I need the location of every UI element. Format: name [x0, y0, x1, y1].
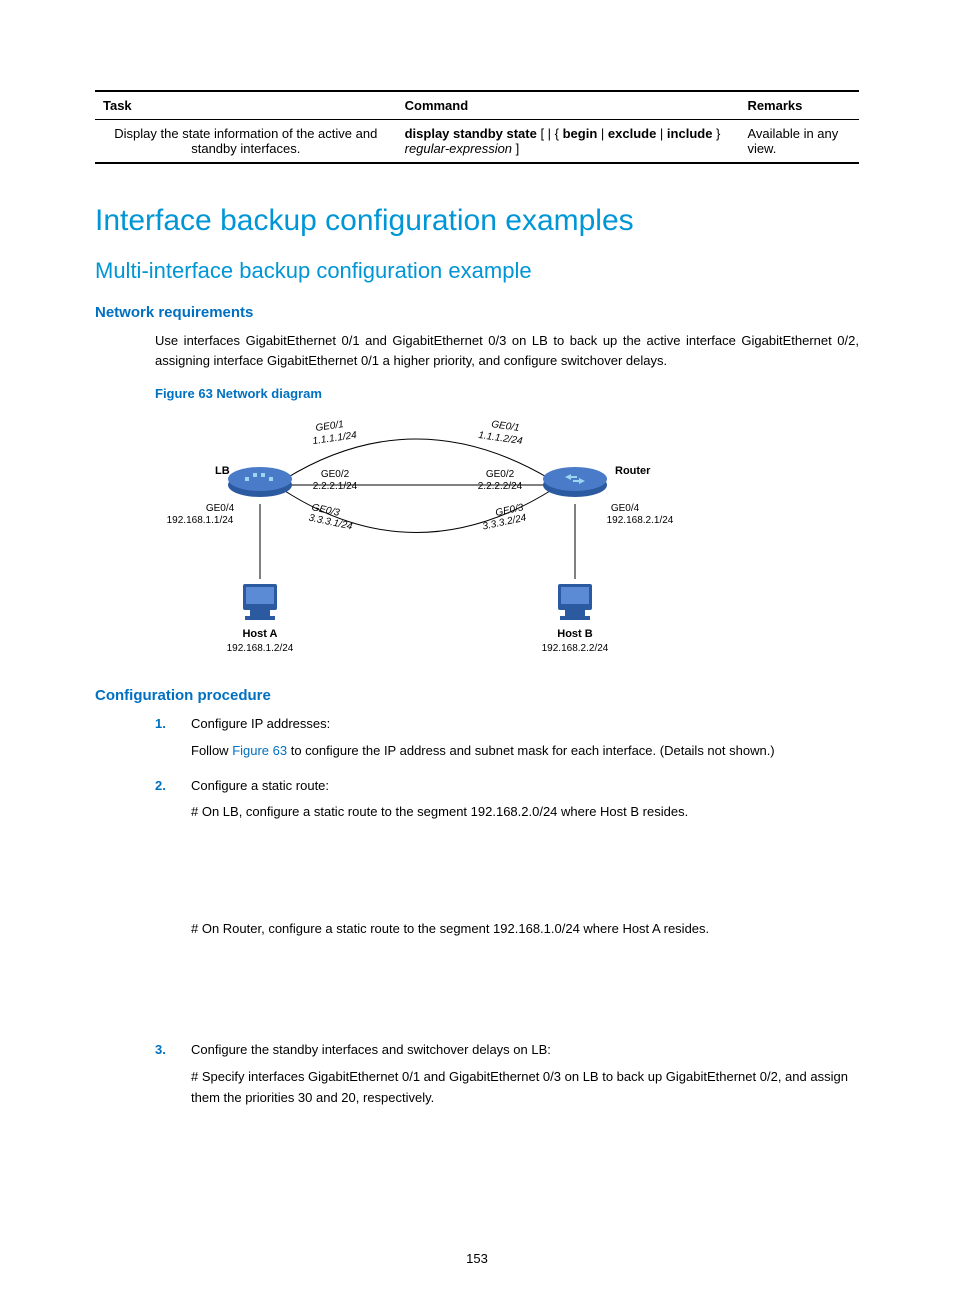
heading-configuration-procedure: Configuration procedure — [95, 687, 859, 704]
cmd-text: ] — [512, 141, 519, 156]
command-table: Task Command Remarks Display the state i… — [95, 90, 859, 164]
step-para: Follow Figure 63 to configure the IP add… — [191, 741, 859, 762]
step-title: Configure IP addresses: — [191, 714, 859, 735]
r-ge02: GE0/2 — [486, 469, 515, 480]
host-b-label: Host B — [557, 628, 593, 640]
router-label: Router — [615, 465, 651, 477]
cmd-bold: exclude — [608, 126, 656, 141]
step-para: # On Router, configure a static route to… — [191, 919, 859, 940]
cmd-bold: begin — [563, 126, 598, 141]
page-number: 153 — [0, 1251, 954, 1266]
step-text: Follow — [191, 743, 232, 758]
heading-network-requirements: Network requirements — [95, 304, 859, 321]
host-b-icon — [558, 584, 592, 620]
network-diagram: LB Router Host A 192.168.1.2/24 — [155, 409, 675, 669]
heading-1: Interface backup configuration examples — [95, 204, 859, 238]
figure-caption: Figure 63 Network diagram — [155, 386, 859, 401]
th-task: Task — [95, 91, 397, 120]
cmd-text: [ | { — [537, 126, 563, 141]
r-ge04: GE0/4 — [611, 503, 640, 514]
table-row: Display the state information of the act… — [95, 120, 859, 164]
figure-link[interactable]: Figure 63 — [232, 743, 287, 758]
th-command: Command — [397, 91, 740, 120]
step-title: Configure a static route: — [191, 776, 859, 797]
lb-ge02: GE0/2 — [321, 469, 350, 480]
td-command: display standby state [ | { begin | excl… — [397, 120, 740, 164]
host-a-label: Host A — [242, 628, 277, 640]
lb-device-icon — [228, 467, 292, 497]
th-remarks: Remarks — [739, 91, 859, 120]
steps-list: 1. Configure IP addresses: Follow Figure… — [155, 714, 859, 1108]
step-title: Configure the standby interfaces and swi… — [191, 1040, 859, 1061]
td-task: Display the state information of the act… — [95, 120, 397, 164]
host-a-icon — [243, 584, 277, 620]
host-b-ip: 192.168.2.2/24 — [542, 643, 609, 654]
lb-ge04-ip: 192.168.1.1/24 — [167, 515, 234, 526]
cmd-italic: regular-expression — [405, 141, 512, 156]
step-3: 3. Configure the standby interfaces and … — [155, 1040, 859, 1108]
cmd-text: | — [597, 126, 608, 141]
r-ge04-ip: 192.168.2.1/24 — [607, 515, 674, 526]
step-num: 3. — [155, 1040, 166, 1061]
step-num: 1. — [155, 714, 166, 735]
cmd-bold: display standby state — [405, 126, 537, 141]
router-device-icon — [543, 467, 607, 497]
step-1: 1. Configure IP addresses: Follow Figure… — [155, 714, 859, 762]
lb-ge02-ip: 2.2.2.1/24 — [313, 481, 358, 492]
lb-label: LB — [215, 465, 230, 477]
heading-2: Multi-interface backup configuration exa… — [95, 258, 859, 284]
lb-ge04: GE0/4 — [206, 503, 235, 514]
host-a-ip: 192.168.1.2/24 — [227, 643, 294, 654]
step-text: to configure the IP address and subnet m… — [287, 743, 775, 758]
step-2: 2. Configure a static route: # On LB, co… — [155, 776, 859, 1026]
step-para: # Specify interfaces GigabitEthernet 0/1… — [191, 1067, 859, 1109]
cmd-text: } — [712, 126, 720, 141]
cmd-text: | — [656, 126, 667, 141]
network-requirements-text: Use interfaces GigabitEthernet 0/1 and G… — [155, 331, 859, 370]
step-para: # On LB, configure a static route to the… — [191, 802, 859, 823]
r-ge02-ip: 2.2.2.2/24 — [478, 481, 523, 492]
td-remarks: Available in any view. — [739, 120, 859, 164]
step-num: 2. — [155, 776, 166, 797]
cmd-bold: include — [667, 126, 713, 141]
